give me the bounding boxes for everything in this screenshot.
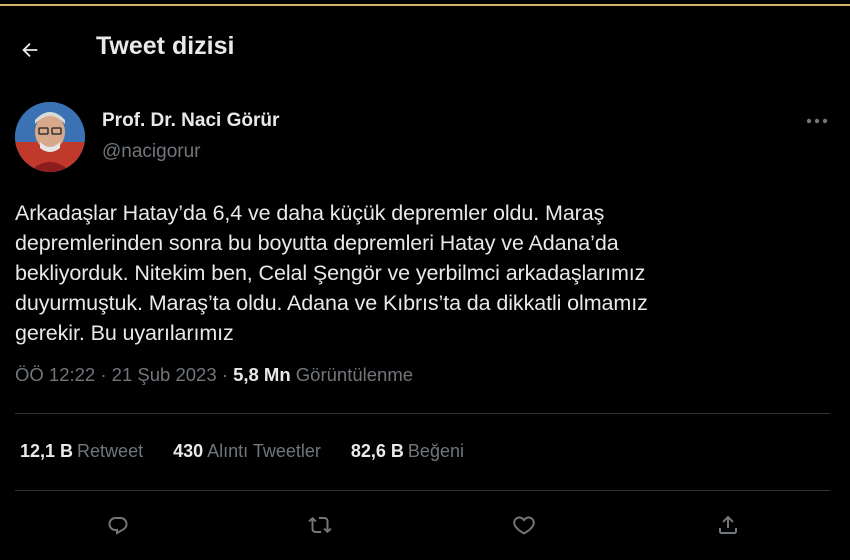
- likes-stat[interactable]: 82,6 B Beğeni: [351, 441, 464, 462]
- heart-icon: [511, 513, 537, 537]
- author-name[interactable]: Prof. Dr. Naci Görür: [102, 110, 279, 132]
- likes-count: 82,6 B: [350, 441, 404, 461]
- retweet-button[interactable]: [300, 505, 340, 545]
- engagement-stats: 12,1 B Retweet 430 Alıntı Tweetler 82,6 BB…: [20, 441, 464, 462]
- quotes-count: 430: [173, 441, 204, 461]
- meta-separator: ·: [216, 364, 234, 385]
- more-dots-icon: [806, 118, 828, 124]
- share-icon: [716, 513, 740, 537]
- quotes-stat[interactable]: 430 Alıntı Tweetler: [173, 441, 321, 462]
- tweet-date[interactable]: 21 Şub 2023: [112, 364, 217, 385]
- tweet-text-line: bekliyorduk. Nitekim ben, Celal Şengör v…: [15, 261, 646, 285]
- share-button[interactable]: [708, 505, 748, 545]
- retweets-stat[interactable]: 12,1 B Retweet: [20, 441, 143, 462]
- like-button[interactable]: [504, 505, 544, 545]
- tweet-text: Arkadaşlar Hatay’da 6,4 ve daha küçük de…: [15, 198, 815, 348]
- retweets-count: 12,1 B: [20, 441, 74, 461]
- views-count: 5,8 Mn: [233, 364, 291, 385]
- tweet-time[interactable]: ÖÖ 12:22: [15, 364, 95, 385]
- retweet-icon: [307, 513, 333, 537]
- tweet-actions: [0, 505, 850, 545]
- tweet-text-line: Arkadaşlar Hatay’da 6,4 ve daha küçük de…: [15, 201, 605, 225]
- author-handle[interactable]: @nacigorur: [102, 141, 201, 163]
- tweet-meta: ÖÖ 12:22 · 21 Şub 2023 · 5,8 Mn Görüntül…: [15, 364, 413, 386]
- back-button[interactable]: [14, 34, 46, 66]
- tweet-text-line: duyurmuştuk. Maraş’ta oldu. Adana ve Kıb…: [15, 291, 648, 315]
- divider: [15, 413, 830, 414]
- meta-separator: ·: [95, 364, 112, 385]
- reply-button[interactable]: [98, 505, 138, 545]
- retweets-label: Retweet: [77, 441, 144, 461]
- views-label: Görüntülenme: [295, 364, 414, 385]
- tweet-text-line: depremlerinden sonra bu boyutta depremle…: [15, 231, 619, 255]
- quotes-label: Alıntı Tweetler: [207, 441, 321, 461]
- page-title: Tweet dizisi: [96, 32, 235, 60]
- page-header: Tweet dizisi: [0, 8, 850, 88]
- likes-label: Beğeni: [407, 441, 464, 461]
- reply-icon: [106, 513, 130, 537]
- arrow-left-icon: [19, 39, 41, 61]
- tweet-text-line: gerekir. Bu uyarılarımız: [15, 321, 234, 345]
- window-top-edge: [0, 0, 850, 6]
- avatar[interactable]: [15, 102, 85, 172]
- divider: [15, 490, 830, 491]
- more-options-button[interactable]: [800, 108, 834, 134]
